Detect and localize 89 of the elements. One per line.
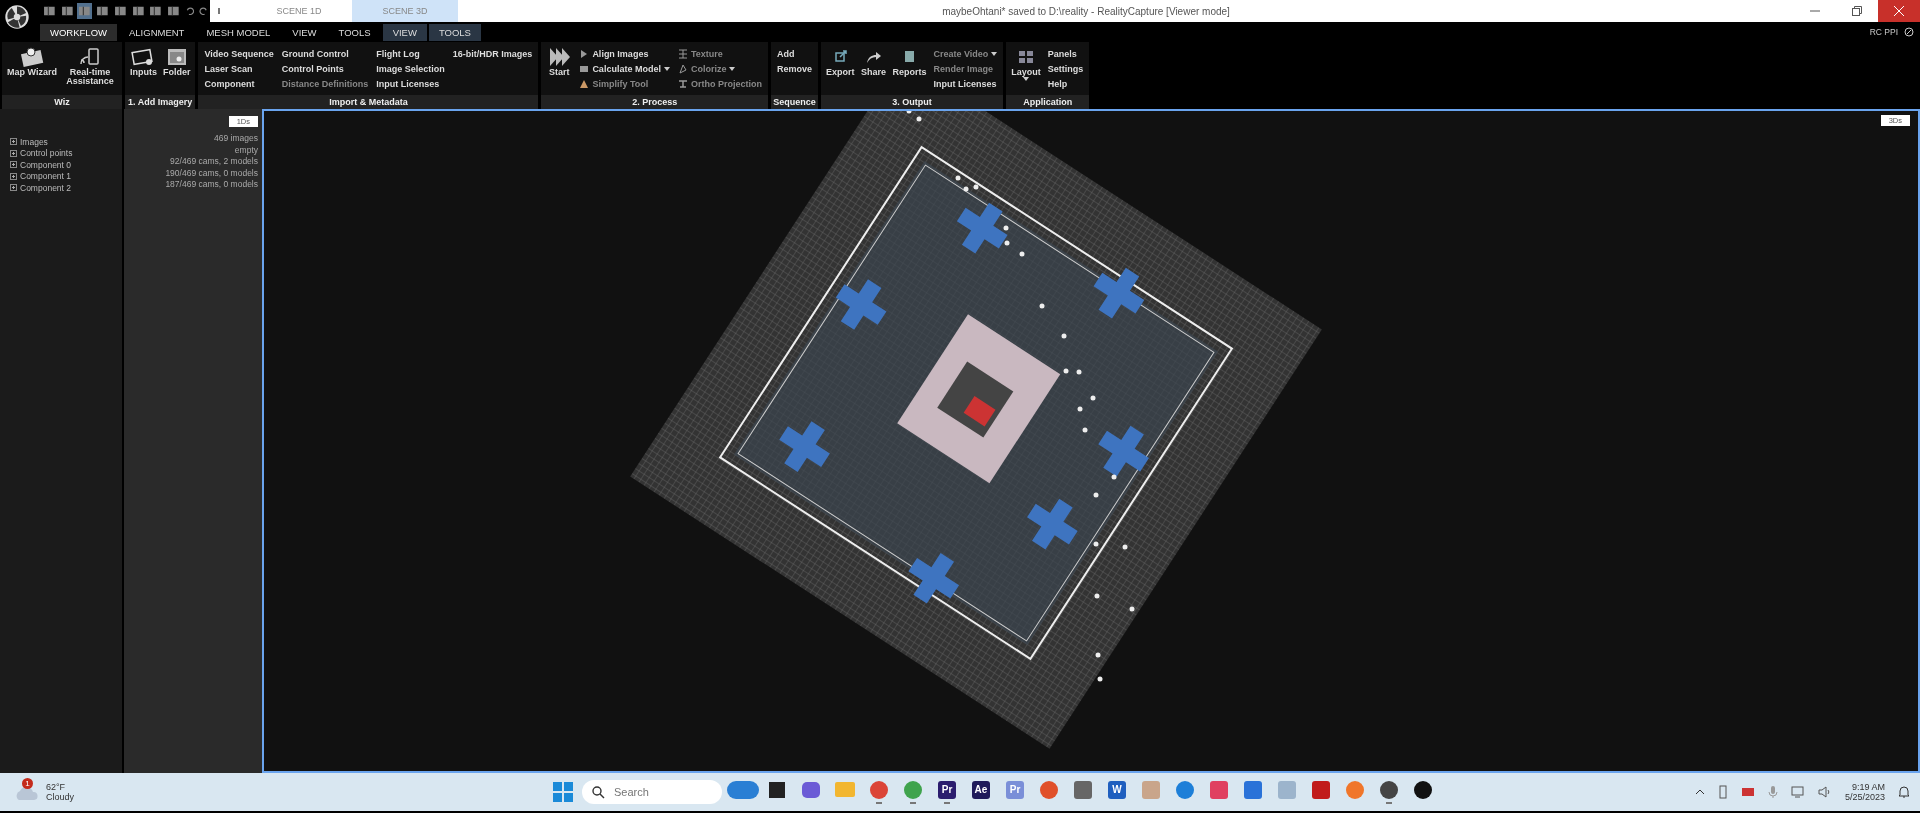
cube-icon — [579, 63, 590, 74]
temperature-label: 62°F — [46, 782, 67, 792]
bell-icon[interactable] — [1898, 785, 1910, 799]
ribbon-item[interactable]: Settings — [1045, 62, 1086, 75]
tree-value: 92/469 cams, 2 models — [170, 156, 258, 168]
group-label: Application — [1006, 95, 1090, 109]
app-logo-icon — [4, 4, 30, 30]
menu-tab[interactable]: VIEW — [282, 23, 327, 41]
brush-icon — [677, 63, 688, 74]
expand-icon[interactable] — [10, 172, 17, 180]
menu-tab[interactable]: VIEW — [382, 23, 427, 41]
usb-icon[interactable] — [1717, 785, 1728, 799]
ortho-icon — [677, 78, 688, 89]
expand-icon[interactable] — [10, 161, 17, 169]
ribbon-button[interactable]: Map Wizard — [6, 44, 58, 93]
chat-icon[interactable] — [802, 781, 820, 798]
restore-icon — [1852, 6, 1862, 16]
tree-value: 469 images — [214, 133, 258, 145]
notification-badge: 1 — [22, 778, 33, 789]
chevron-up-icon[interactable] — [1694, 789, 1705, 795]
ribbon-button[interactable]: Real-time Assistance — [61, 44, 118, 93]
ribbon-item[interactable]: Add — [774, 47, 814, 60]
tree-item[interactable]: Images — [0, 136, 122, 148]
ribbon-item[interactable]: Help — [1045, 77, 1086, 90]
app-icon[interactable]: Ae — [972, 780, 990, 799]
ribbon-button[interactable]: Start — [545, 44, 574, 93]
group-label: Wiz — [2, 95, 122, 109]
warning-icon — [579, 78, 590, 89]
task-view-icon[interactable] — [769, 781, 785, 798]
ribbon-item[interactable]: Remove — [774, 62, 814, 75]
tree-item[interactable]: Component 2 — [0, 182, 122, 194]
help-icon[interactable] — [1904, 27, 1914, 37]
menu-tab[interactable]: MESH MODEL — [196, 23, 281, 41]
tree-value: empty — [234, 144, 258, 156]
ribbon-button[interactable]: Reports — [891, 44, 928, 93]
group-label: 1. Add Imagery — [124, 95, 196, 109]
ribbon-button[interactable]: Inputs — [128, 44, 158, 93]
ribbon-item[interactable]: 16-bit/HDR Images — [450, 47, 535, 60]
tree-item[interactable]: Component 1 — [0, 170, 122, 182]
clock[interactable]: 9:19 AM 5/25/2023 — [1844, 782, 1885, 802]
close-button[interactable] — [1878, 0, 1920, 22]
layout-icon[interactable] — [77, 3, 93, 19]
ribbon-item[interactable]: Control Points — [279, 62, 371, 75]
ribbon-item[interactable]: Input Licenses — [931, 77, 1000, 90]
app-icon[interactable]: Pr — [938, 780, 956, 799]
ribbon-button[interactable]: Folder — [161, 44, 192, 93]
menu-tab[interactable]: WORKFLOW — [40, 23, 117, 41]
expand-icon[interactable] — [10, 149, 17, 157]
app-icon[interactable] — [1414, 780, 1432, 799]
search-field[interactable]: Search — [582, 780, 722, 804]
group-label: Sequence — [770, 95, 818, 109]
start-icon[interactable] — [552, 781, 574, 803]
weather-label: Cloudy — [46, 792, 74, 802]
ribbon-button[interactable]: Export — [824, 44, 856, 93]
window-title: maybeOhtani* saved to D:\reality - RealityCapture [Viewer mode] — [941, 5, 1231, 17]
app-icon[interactable]: W — [1108, 780, 1126, 799]
ribbon-item[interactable]: Image Selection — [374, 62, 447, 75]
close-icon — [1894, 6, 1904, 16]
tree-item[interactable]: Component 0 — [0, 159, 122, 171]
tree-item[interactable]: Control points — [0, 147, 122, 159]
ribbon-button[interactable]: Share — [859, 44, 888, 93]
caret-icon[interactable] — [663, 66, 670, 71]
ribbon-item[interactable]: Flight Log — [374, 47, 447, 60]
ribbon-button[interactable]: Layout — [1010, 44, 1042, 93]
menu-tab[interactable]: TOOLS — [328, 23, 381, 41]
speaker-icon[interactable] — [1817, 785, 1832, 799]
map-icon — [18, 46, 45, 68]
ribbon-item[interactable]: Input Licenses — [374, 77, 447, 90]
expand-icon[interactable] — [10, 184, 17, 192]
ribbon-item[interactable]: Video Sequence — [202, 47, 276, 60]
ribbon-item[interactable]: Ground Control — [279, 47, 371, 60]
expand-icon[interactable] — [10, 138, 17, 146]
menu-tab[interactable]: TOOLS — [428, 23, 481, 41]
app-tray-icon[interactable] — [1740, 785, 1755, 799]
ribbon-item[interactable]: Panels — [1045, 47, 1086, 60]
group-label: 2. Process — [541, 95, 768, 109]
tree-value: 190/469 cams, 0 models — [165, 167, 258, 179]
group-label: Import & Metadata — [198, 95, 539, 109]
status-label: RC PPI — [1869, 27, 1898, 37]
ribbon-item[interactable]: Laser Scan — [202, 62, 276, 75]
app-icon[interactable] — [1380, 780, 1398, 799]
ribbon-item[interactable]: Align Images — [577, 47, 672, 60]
group-label: 3. Output — [820, 95, 1004, 109]
menu-tab[interactable]: ALIGNMENT — [119, 23, 195, 41]
caret-icon[interactable] — [1023, 77, 1030, 82]
tree-value: 187/469 cams, 0 models — [165, 179, 258, 191]
ribbon-item[interactable]: Component — [202, 77, 276, 90]
ribbon-item[interactable]: Calculate Model — [577, 62, 672, 75]
texture-icon — [677, 48, 688, 59]
